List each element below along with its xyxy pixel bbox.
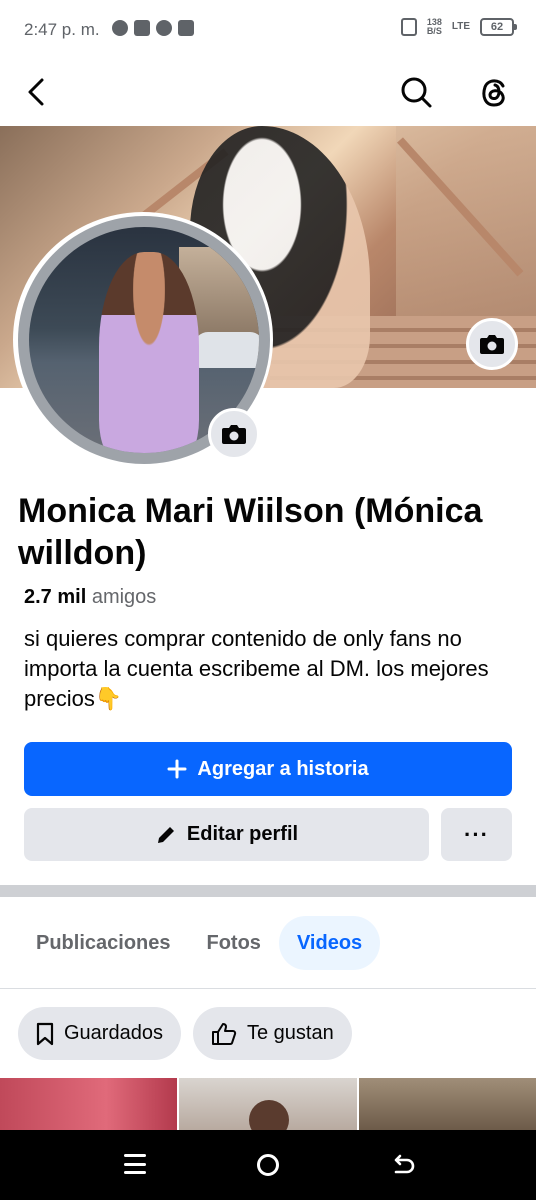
bookmark-icon <box>36 1022 54 1045</box>
gmail-icon <box>178 20 194 36</box>
system-back-button[interactable] <box>390 1152 416 1178</box>
telegram-icon <box>134 20 150 36</box>
status-right: 138 B/S LTE 62 <box>400 18 517 36</box>
search-button[interactable] <box>398 74 434 110</box>
friends-count-value: 2.7 mil <box>24 586 87 608</box>
section-divider <box>0 885 536 897</box>
pencil-icon <box>157 826 174 843</box>
battery-icon: 62 <box>480 18 517 36</box>
threads-icon <box>156 20 172 36</box>
tab-fotos[interactable]: Fotos <box>189 916 279 970</box>
more-icon: ··· <box>464 821 489 847</box>
friends-label: amigos <box>91 586 157 608</box>
avatar-car <box>194 332 259 368</box>
add-story-label: Agregar a historia <box>197 757 369 780</box>
notification-icons <box>112 20 194 36</box>
chip-guardados-label: Guardados <box>64 1022 163 1044</box>
video-thumbnail[interactable] <box>0 1078 178 1130</box>
search-icon <box>401 77 432 108</box>
edit-cover-button[interactable] <box>466 318 518 370</box>
thumbs-up-icon <box>211 1022 237 1045</box>
edit-profile-button[interactable]: Editar perfil <box>24 808 429 861</box>
chip-te-gustan-label: Te gustan <box>246 1022 334 1044</box>
menu-line <box>124 1162 146 1166</box>
home-button[interactable] <box>257 1154 279 1176</box>
status-bar: 2:47 p. m. 138 B/S LTE 62 <box>0 0 536 60</box>
back-button[interactable] <box>20 74 56 110</box>
back-arrow-icon <box>394 1154 415 1174</box>
lte-signal: LTE <box>451 21 470 32</box>
add-story-button[interactable]: Agregar a historia <box>24 742 512 796</box>
plus-icon <box>167 759 187 779</box>
video-thumbnail[interactable] <box>179 1078 357 1130</box>
edit-profile-label: Editar perfil <box>186 823 299 845</box>
tabs-divider <box>0 988 536 989</box>
messenger-icon <box>112 20 128 36</box>
top-nav <box>0 60 536 126</box>
camera-icon <box>480 335 504 354</box>
chip-guardados[interactable]: Guardados <box>18 1007 181 1060</box>
system-nav-bar <box>0 1130 536 1200</box>
recent-apps-button[interactable] <box>124 1154 146 1174</box>
profile-tabs: Publicaciones Fotos Videos <box>18 916 381 970</box>
video-thumbnail[interactable] <box>358 1078 536 1130</box>
tab-publicaciones[interactable]: Publicaciones <box>18 916 189 970</box>
profile-bio: si quieres comprar contenido de only fan… <box>24 626 489 711</box>
threads-icon <box>482 79 505 107</box>
network-speed: 138 B/S <box>427 18 442 36</box>
edit-avatar-button[interactable] <box>208 408 260 460</box>
chevron-left-icon <box>28 78 44 106</box>
avatar-person <box>99 252 199 453</box>
menu-line <box>124 1171 146 1174</box>
video-grid <box>0 1078 536 1130</box>
threads-button[interactable] <box>476 74 512 110</box>
menu-line <box>124 1154 146 1157</box>
status-time: 2:47 p. m. <box>24 20 100 39</box>
friends-count[interactable]: 2.7 mil amigos <box>24 586 156 609</box>
vibrate-icon <box>400 18 417 36</box>
filter-chips: Guardados Te gustan <box>18 1007 352 1060</box>
profile-name: Monica Mari Wiilson (Mónica willdon) <box>18 492 483 572</box>
camera-icon <box>222 425 246 444</box>
battery-level: 62 <box>490 21 504 33</box>
more-options-button[interactable]: ··· <box>441 808 512 861</box>
chip-te-gustan[interactable]: Te gustan <box>192 1007 352 1060</box>
network-speed-unit: B/S <box>426 26 442 36</box>
tab-videos[interactable]: Videos <box>278 916 381 970</box>
